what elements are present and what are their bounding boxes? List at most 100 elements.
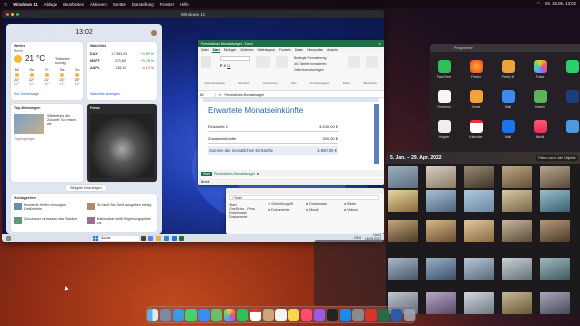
hopper-icon[interactable] [438,120,451,133]
format-as-table-button[interactable]: Als Tabelle formatieren [294,62,326,66]
feed-item[interactable]: Hunderte Helfer versorgen Geflüchtete [14,203,84,211]
start-icon[interactable] [92,235,98,241]
firefly-icon[interactable] [502,60,515,73]
photo-thumbnail[interactable] [426,258,456,280]
photo-thumbnail[interactable] [540,258,570,280]
photo-widget[interactable]: Fotos [87,104,157,182]
tab-ansicht[interactable]: Ansicht [327,48,337,52]
add-sheet-icon[interactable]: ⊕ [257,172,260,176]
photo-thumbnail[interactable] [388,220,418,242]
forecast-link[interactable]: Zur Vorhersage [14,92,39,96]
sheet-tab-budget[interactable]: Persönliches Monatsbudget [214,172,255,176]
photos-icon[interactable] [224,308,236,321]
cell-styles-button[interactable]: Zellenformatvorlagen [294,68,324,72]
freeform-icon[interactable] [438,90,451,103]
edge-icon[interactable] [163,235,169,241]
menubar-app-name[interactable]: Windows 11 [13,2,38,7]
safari-icon[interactable] [172,308,184,321]
notes-icon[interactable] [288,308,300,321]
apps-toolbar[interactable]: Programme [430,44,580,52]
photo-thumbnail[interactable] [426,220,456,242]
number-format-icon[interactable] [276,56,288,68]
photo-thumbnail[interactable] [464,166,494,188]
photo-thumbnail[interactable] [502,166,532,188]
maps-icon[interactable] [534,90,547,103]
menu-bearbeiten[interactable]: Bearbeiten [63,2,84,7]
menu-fenster[interactable]: Fenster [160,2,175,7]
tab-einfuegen[interactable]: Einfügen [224,48,237,52]
taskbar-search[interactable]: Suche [99,235,140,241]
menu-darstellung[interactable]: Darstellung [132,2,154,7]
folder-item[interactable]: ■ Videos [344,208,380,212]
close-icon[interactable]: ✕ [378,42,381,46]
watchlist-row[interactable]: MSFT 270,85 +0,78 % [90,59,154,63]
font-select[interactable] [220,56,250,61]
explorer-titlebar[interactable] [226,188,384,194]
app-icon[interactable] [566,60,579,73]
music-icon[interactable] [534,120,547,133]
photo-thumbnail[interactable] [464,220,494,242]
photo-thumbnail[interactable] [502,220,532,242]
contacts-icon[interactable] [262,308,274,321]
close-icon[interactable] [6,12,10,16]
apple-icon[interactable]:  [4,2,7,7]
worksheet[interactable]: Erwartete Monatseinkünfte Einkünfte 1 4.2… [198,98,384,178]
zoom-icon[interactable] [16,12,20,16]
sheet-row[interactable]: Zusatzeinkünfte 300,00 € [208,134,338,144]
sheet-tab-start[interactable]: Start [201,171,212,176]
wifi-icon[interactable]: ◠ [536,1,540,7]
bold-icon[interactable]: F K U [220,63,230,68]
photo-thumbnail[interactable] [464,258,494,280]
photo-thumbnail[interactable] [426,190,456,212]
sheet-total-row[interactable]: Summe der monatlichen Einkünfte 4.500,00 … [208,146,338,155]
photo-thumbnail[interactable] [502,258,532,280]
photo-thumbnail[interactable] [540,190,570,212]
maps-icon[interactable] [211,308,223,321]
word-icon[interactable] [390,308,403,321]
photo-thumbnail[interactable] [464,190,494,212]
excel-taskbar-icon[interactable] [179,235,185,241]
menu-hilfe[interactable]: Hilfe [180,2,189,7]
tab-seitenlayout[interactable]: Seitenlayout [257,48,275,52]
appstore-icon[interactable] [339,308,351,321]
mail-icon[interactable] [502,120,515,133]
scroll-bar[interactable] [374,104,379,164]
folder-item[interactable]: ■ Downloads [306,202,342,206]
photo-thumbnail[interactable] [540,220,570,242]
trash-icon[interactable] [403,308,416,321]
photo-thumbnail[interactable] [502,292,532,314]
clock-text[interactable]: Mi. 18.05. 13:02 [545,1,576,7]
facetime-icon[interactable] [438,60,451,73]
feed-item[interactable]: Zuschauer verlassen das Stadion [14,217,84,224]
mail-icon[interactable] [502,90,515,103]
explorer-address[interactable]: › Start [229,195,379,200]
music-icon[interactable] [301,308,313,321]
podcasts-icon[interactable] [313,308,326,321]
watchlist-row[interactable]: DAX 17.583,00 +0,59 % [90,52,154,56]
messages-icon[interactable] [185,308,197,321]
store-icon[interactable] [171,235,177,241]
folder-item[interactable]: ■ Bilder [344,202,380,206]
sidebar-item[interactable]: Dokumente [229,215,265,219]
menu-aktionen[interactable]: Aktionen [90,2,107,7]
excel-icon[interactable] [378,308,390,321]
avatar[interactable] [151,30,157,36]
photos-filter-button[interactable]: Filtern nach: Alle Objekte [536,155,578,161]
formula-input[interactable]: Persönliches Monatsbudget [221,93,263,97]
photo-thumbnail[interactable] [388,166,418,188]
watchlist-row[interactable]: AAPL 138,32 -0,12 % [90,66,154,70]
add-widgets-button[interactable]: Widgets hinzufügen [66,185,106,191]
watchlist-link[interactable]: Watchlist anzeigen [90,92,120,96]
sheet-row[interactable]: Einkünfte 1 4.200,00 € [208,122,338,132]
task-view-icon[interactable] [140,235,146,241]
photo-thumbnail[interactable] [388,190,418,212]
photo-thumbnail[interactable] [464,292,494,314]
cells-icon[interactable] [348,56,360,68]
tab-daten[interactable]: Daten [295,48,304,52]
settings-icon[interactable] [352,308,364,321]
calendar-icon[interactable] [470,120,483,133]
photos-icon[interactable] [534,60,547,73]
tab-datei[interactable]: Datei [201,48,208,52]
tv-icon[interactable] [326,308,338,321]
photo-thumbnail[interactable] [388,258,418,280]
